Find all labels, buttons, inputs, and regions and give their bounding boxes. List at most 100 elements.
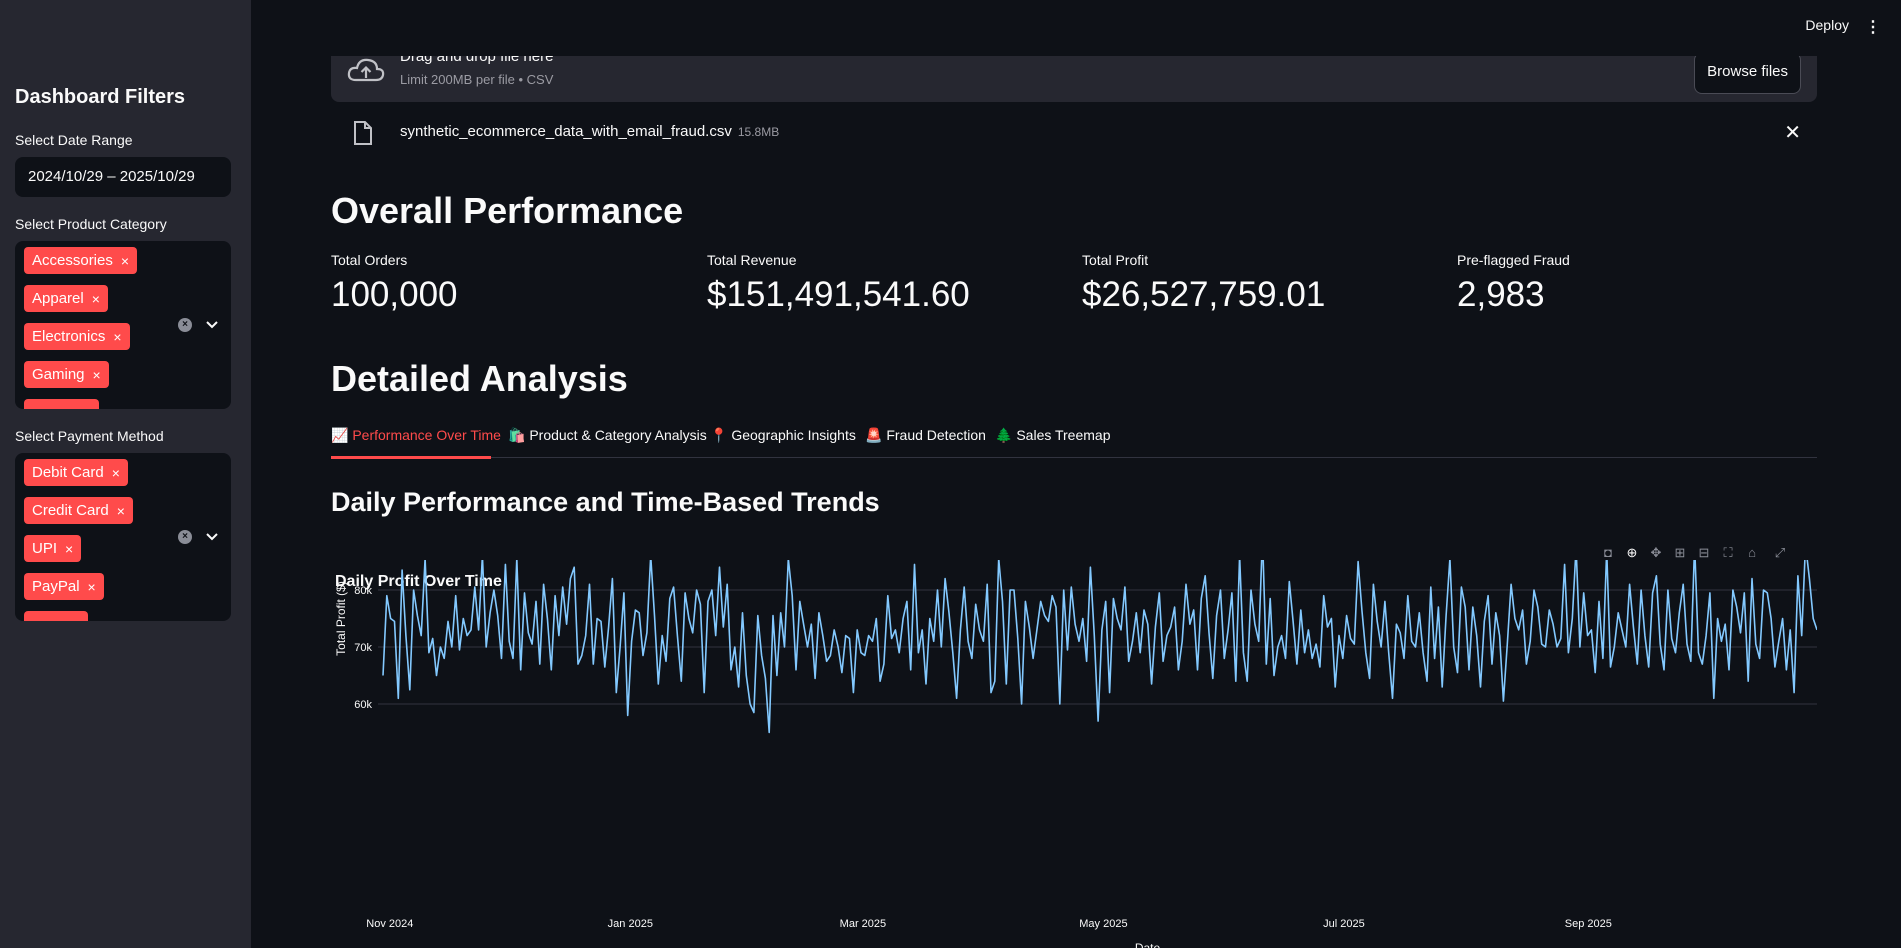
metric-value: 2,983 [1457, 275, 1545, 314]
overall-performance-heading: Overall Performance [331, 190, 684, 231]
autoscale-icon[interactable]: ⛶ [1720, 545, 1736, 561]
tab-sales-treemap[interactable]: 🌲 Sales Treemap [995, 427, 1111, 444]
tab-label: Sales Treemap [1016, 427, 1111, 443]
daily-performance-heading: Daily Performance and Time-Based Trends [331, 487, 880, 517]
category-label: Select Product Category [15, 216, 167, 232]
sidebar: Dashboard Filters Select Date Range 2024… [0, 0, 251, 948]
chip-remove-icon[interactable]: × [65, 541, 73, 557]
x-tick-label: Jan 2025 [608, 918, 653, 930]
chip-gaming[interactable]: Gaming × [24, 361, 109, 388]
metric-total-orders: Total Orders 100,000 [331, 252, 458, 315]
metric-preflagged-fraud: Pre-flagged Fraud 2,983 [1457, 252, 1570, 315]
file-size: 15.8MB [737, 125, 780, 139]
chip-apparel[interactable]: Apparel × [24, 285, 108, 312]
chip-label: PayPal [32, 578, 80, 595]
clear-all-icon[interactable]: × [178, 318, 192, 332]
tab-label: Fraud Detection [886, 427, 986, 443]
chip-label: Debit Card [32, 464, 104, 481]
chip-label: Gaming [32, 366, 85, 383]
file-uploader-dropzone[interactable]: Drag and drop file here Limit 200MB per … [331, 56, 1817, 102]
file-name-text: synthetic_ecommerce_data_with_email_frau… [400, 123, 732, 140]
chip-upi[interactable]: UPI × [24, 535, 82, 562]
x-tick-label: Sep 2025 [1565, 918, 1612, 930]
shopping-bags-icon: 🛍️ [508, 427, 526, 443]
chip-partial[interactable] [24, 611, 88, 621]
x-tick-label: Mar 2025 [840, 918, 886, 930]
tree-icon: 🌲 [995, 427, 1013, 443]
cloud-upload-icon [347, 58, 385, 82]
fullscreen-icon[interactable]: ⤢ [1772, 545, 1788, 561]
file-name: synthetic_ecommerce_data_with_email_frau… [400, 123, 779, 140]
metric-label: Total Orders [331, 252, 408, 268]
dropzone-instructions: Drag and drop file here [400, 56, 554, 65]
home-icon[interactable]: ⌂ [1744, 545, 1760, 561]
tab-fraud-detection[interactable]: 🚨 Fraud Detection [865, 427, 986, 444]
dropzone-limit: Limit 200MB per file • CSV [400, 72, 554, 87]
chip-remove-icon[interactable]: × [112, 465, 120, 481]
file-icon [354, 121, 372, 145]
chip-electronics[interactable]: Electronics × [24, 323, 130, 350]
date-range-input[interactable]: 2024/10/29 – 2025/10/29 [15, 157, 231, 197]
tab-product-category[interactable]: 🛍️ Product & Category Analysis [508, 427, 707, 444]
uploaded-file: synthetic_ecommerce_data_with_email_frau… [331, 118, 1817, 152]
chip-remove-icon[interactable]: × [121, 253, 129, 269]
y-axis-title: Total Profit ($) [334, 581, 348, 656]
chip-remove-icon[interactable]: × [92, 291, 100, 307]
chip-label: Credit Card [32, 502, 109, 519]
x-tick-label: Jul 2025 [1323, 918, 1365, 930]
analysis-tabs: 📈 Performance Over Time 🛍️ Product & Cat… [331, 423, 1817, 459]
zoom-out-icon[interactable]: ⊟ [1696, 545, 1712, 561]
chip-partial[interactable] [24, 399, 99, 409]
browse-files-button[interactable]: Browse files [1694, 56, 1801, 94]
deploy-button[interactable]: Deploy [1805, 17, 1849, 33]
metric-label: Total Profit [1082, 252, 1149, 268]
chevron-down-icon[interactable] [205, 318, 219, 332]
tab-geographic-insights[interactable]: 📍 Geographic Insights [710, 427, 856, 444]
metric-label: Pre-flagged Fraud [1457, 252, 1570, 268]
zoom-in-icon[interactable]: ⊞ [1672, 545, 1688, 561]
chip-remove-icon[interactable]: × [88, 579, 96, 595]
sidebar-title: Dashboard Filters [15, 86, 186, 108]
y-tick-label: 80k [354, 585, 372, 597]
profit-line-chart[interactable]: 60k70k80k90kNov 2024Jan 2025Mar 2025May … [331, 560, 1817, 948]
detailed-analysis-heading: Detailed Analysis [331, 358, 628, 399]
y-tick-label: 60k [354, 699, 372, 711]
chevron-down-icon[interactable] [205, 530, 219, 544]
tab-label: Performance Over Time [352, 427, 501, 443]
payment-multiselect[interactable]: Debit Card × Credit Card × UPI × PayPal × × [15, 453, 231, 621]
zoom-icon[interactable]: ⊕ [1624, 545, 1640, 561]
remove-file-icon[interactable]: ✕ [1784, 120, 1801, 145]
x-tick-label: May 2025 [1079, 918, 1127, 930]
pin-icon: 📍 [710, 427, 728, 443]
tab-label: Geographic Insights [731, 427, 856, 443]
metric-total-revenue: Total Revenue $151,491,541.60 [707, 252, 970, 315]
chip-label: UPI [32, 540, 58, 557]
metric-value: 100,000 [331, 275, 458, 314]
chip-remove-icon[interactable]: × [113, 329, 121, 345]
chip-remove-icon[interactable]: × [93, 367, 101, 383]
tab-label: Product & Category Analysis [529, 427, 707, 443]
date-range-label: Select Date Range [15, 132, 133, 148]
chip-paypal[interactable]: PayPal × [24, 573, 104, 600]
x-axis-title: Date [1135, 941, 1161, 948]
chip-credit-card[interactable]: Credit Card × [24, 497, 133, 524]
x-tick-label: Nov 2024 [366, 918, 413, 930]
metric-value: $26,527,759.01 [1082, 275, 1326, 314]
chip-remove-icon[interactable]: × [117, 503, 125, 519]
chip-debit-card[interactable]: Debit Card × [24, 459, 128, 486]
tab-performance-over-time[interactable]: 📈 Performance Over Time [331, 427, 501, 444]
chip-label: Accessories [32, 252, 113, 269]
camera-icon[interactable]: ◘ [1600, 545, 1616, 561]
metric-total-profit: Total Profit $26,527,759.01 [1082, 252, 1325, 315]
chip-accessories[interactable]: Accessories × [24, 247, 138, 274]
metric-value: $151,491,541.60 [707, 275, 970, 314]
clear-all-icon[interactable]: × [178, 530, 192, 544]
chip-label: Apparel [32, 290, 84, 307]
main-menu-icon[interactable]: ⋮ [1865, 17, 1881, 37]
category-multiselect[interactable]: Accessories × Apparel × Electronics × Gamin… [15, 241, 231, 409]
payment-label: Select Payment Method [15, 428, 164, 444]
profit-series-line[interactable] [382, 560, 1817, 734]
y-tick-label: 70k [354, 642, 372, 654]
active-tab-indicator [331, 456, 491, 459]
pan-icon[interactable]: ✥ [1648, 545, 1664, 561]
